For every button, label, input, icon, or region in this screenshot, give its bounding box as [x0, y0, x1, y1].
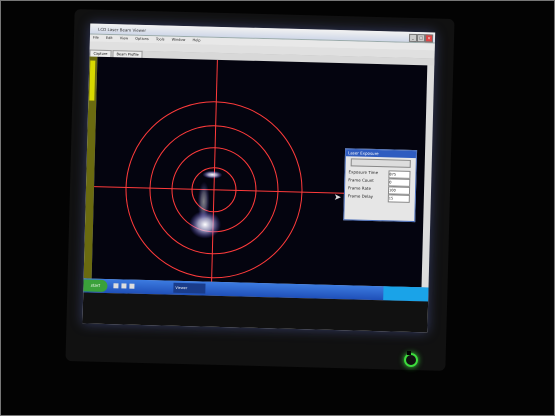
menu-options[interactable]: Options — [135, 37, 149, 41]
maximize-icon[interactable]: □ — [416, 34, 426, 43]
menu-edit[interactable]: Edit — [106, 36, 113, 40]
laser-exposure-panel: Laser Exposure Exposure Time 875 Frame C… — [343, 148, 418, 223]
beam-spot-upper — [202, 170, 223, 179]
menu-help[interactable]: Help — [193, 38, 201, 42]
quicklaunch-icon-2[interactable] — [121, 283, 127, 289]
menu-view[interactable]: View — [120, 36, 128, 40]
menu-tools[interactable]: Tools — [156, 37, 165, 41]
frame-rate-label: Frame Rate — [348, 185, 372, 191]
mouse-cursor-icon: ➤ — [333, 192, 342, 204]
laser-panel-title: Laser Exposure — [345, 149, 417, 159]
menu-file[interactable]: File — [93, 36, 99, 40]
power-led-icon[interactable] — [404, 353, 418, 367]
start-button[interactable]: start — [83, 279, 108, 293]
taskbar-app-button[interactable]: Viewer — [173, 282, 206, 294]
close-icon[interactable]: × — [424, 34, 434, 43]
quicklaunch-icon-3[interactable] — [129, 283, 135, 289]
menu-window[interactable]: Window — [172, 38, 186, 42]
power-led-gap — [407, 351, 411, 355]
monitor-screen: LCD Laser Beam Viewer _ □ × File Edit Vi… — [82, 23, 436, 333]
window-title: LCD Laser Beam Viewer — [98, 26, 147, 33]
system-tray — [383, 286, 429, 302]
quicklaunch-icon-1[interactable] — [113, 283, 119, 289]
intensity-gauge — [89, 60, 96, 101]
frame-delay-label: Frame Delay — [347, 193, 374, 199]
frame-count-label: Frame Count — [348, 177, 374, 183]
exposure-label: Exposure Time — [348, 169, 379, 176]
beam-viewport[interactable]: Laser Exposure Exposure Time 875 Frame C… — [91, 56, 428, 288]
minimize-icon[interactable]: _ — [408, 33, 418, 43]
monitor-bezel: LCD Laser Beam Viewer _ □ × File Edit Vi… — [65, 9, 455, 371]
laser-panel-apply-button[interactable] — [350, 158, 411, 168]
laser-row-frame-delay: Frame Delay 15 — [345, 192, 415, 203]
reticle-horizontal-line — [94, 186, 354, 194]
frame-delay-input[interactable]: 15 — [387, 194, 410, 203]
